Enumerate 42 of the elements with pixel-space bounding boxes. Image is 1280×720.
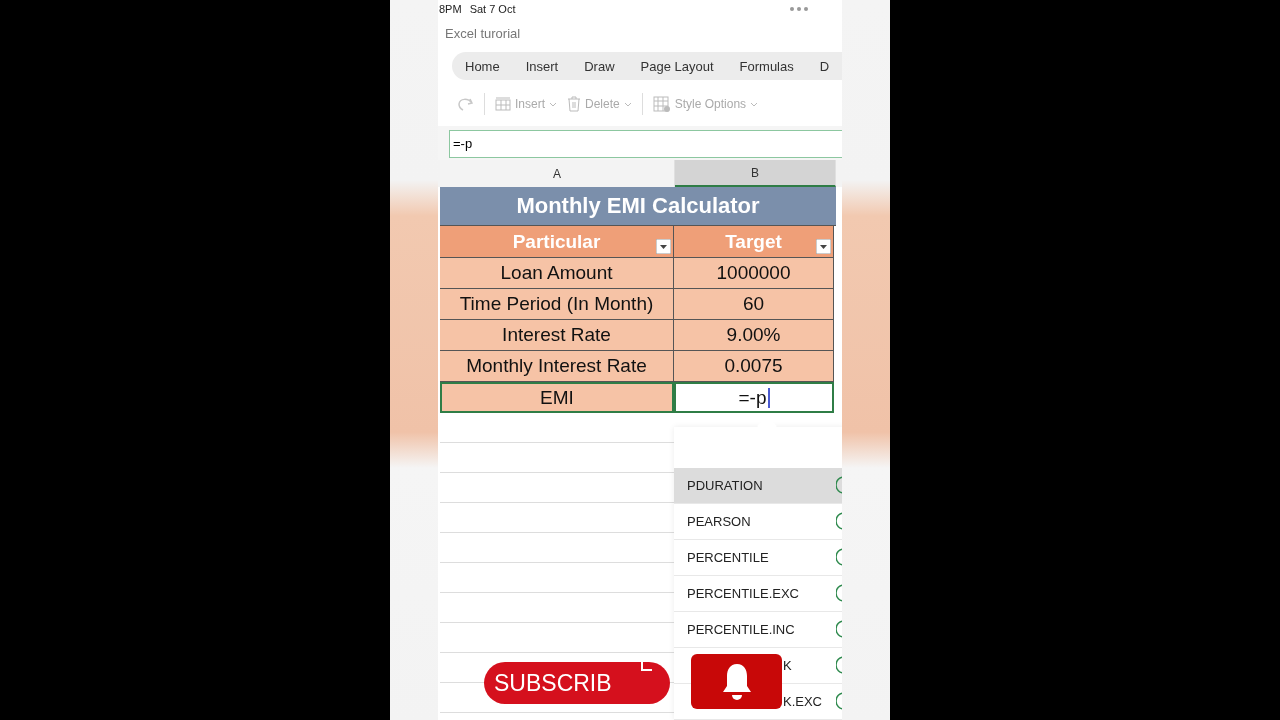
toolbar-button-label: Insert [515, 97, 545, 111]
table-cell: Monthly Interest Rate [440, 351, 674, 382]
table-header-cell: Target [674, 226, 834, 258]
notification-bell-button[interactable] [691, 654, 782, 709]
table-cell[interactable]: 9.00% [674, 320, 834, 351]
chevron-down-icon [750, 101, 759, 107]
formula-bar[interactable]: =-p [449, 130, 842, 158]
ribbon-tab[interactable]: Page Layout [640, 58, 726, 74]
table-cell: Loan Amount [440, 258, 674, 289]
column-header[interactable]: B [675, 160, 836, 187]
table-style-icon [652, 96, 671, 112]
ribbon-tab[interactable]: Formulas [739, 58, 806, 74]
table-title: Monthly EMI Calculator [440, 187, 836, 226]
document-title: Excel turorial [444, 25, 522, 43]
table-cell: Interest Rate [440, 320, 674, 351]
toolbar-button-label: Style Options [674, 97, 747, 111]
more-icon[interactable] [789, 6, 810, 12]
function-suggestion[interactable]: PDURATION [674, 468, 842, 504]
ribbon-tab[interactable]: Insert [525, 58, 571, 74]
ribbon-tab[interactable]: D [819, 58, 842, 74]
function-suggestion[interactable]: K.EXC [783, 694, 822, 709]
table-cell[interactable]: 0.0075 [674, 351, 834, 382]
toolbar-button-label: Delete [585, 97, 620, 111]
table-cell[interactable]: =-p [674, 382, 834, 413]
chevron-down-icon [549, 101, 557, 107]
table-cell: Time Period (In Month) [440, 289, 674, 320]
function-suggestion[interactable]: K [783, 658, 792, 673]
filter-dropdown-icon[interactable] [816, 239, 831, 254]
subscribe-button[interactable]: SUBSCRIB [484, 662, 670, 704]
table-icon [495, 97, 511, 111]
table-cell[interactable]: 60 [674, 289, 834, 320]
table-cell[interactable]: 1000000 [674, 258, 834, 289]
table-cell: EMI [440, 382, 674, 413]
ribbon-tab[interactable]: Draw [584, 58, 627, 74]
status-date: Sat 7 Oct [469, 3, 516, 15]
status-time: 8PM [439, 3, 462, 15]
corner-bracket-icon [640, 662, 652, 672]
ribbon-tab[interactable]: Home [465, 58, 512, 74]
filter-dropdown-icon[interactable] [656, 239, 671, 254]
table-header-cell: Particular [440, 226, 674, 258]
trash-icon [567, 96, 581, 112]
chevron-down-icon [623, 101, 632, 107]
